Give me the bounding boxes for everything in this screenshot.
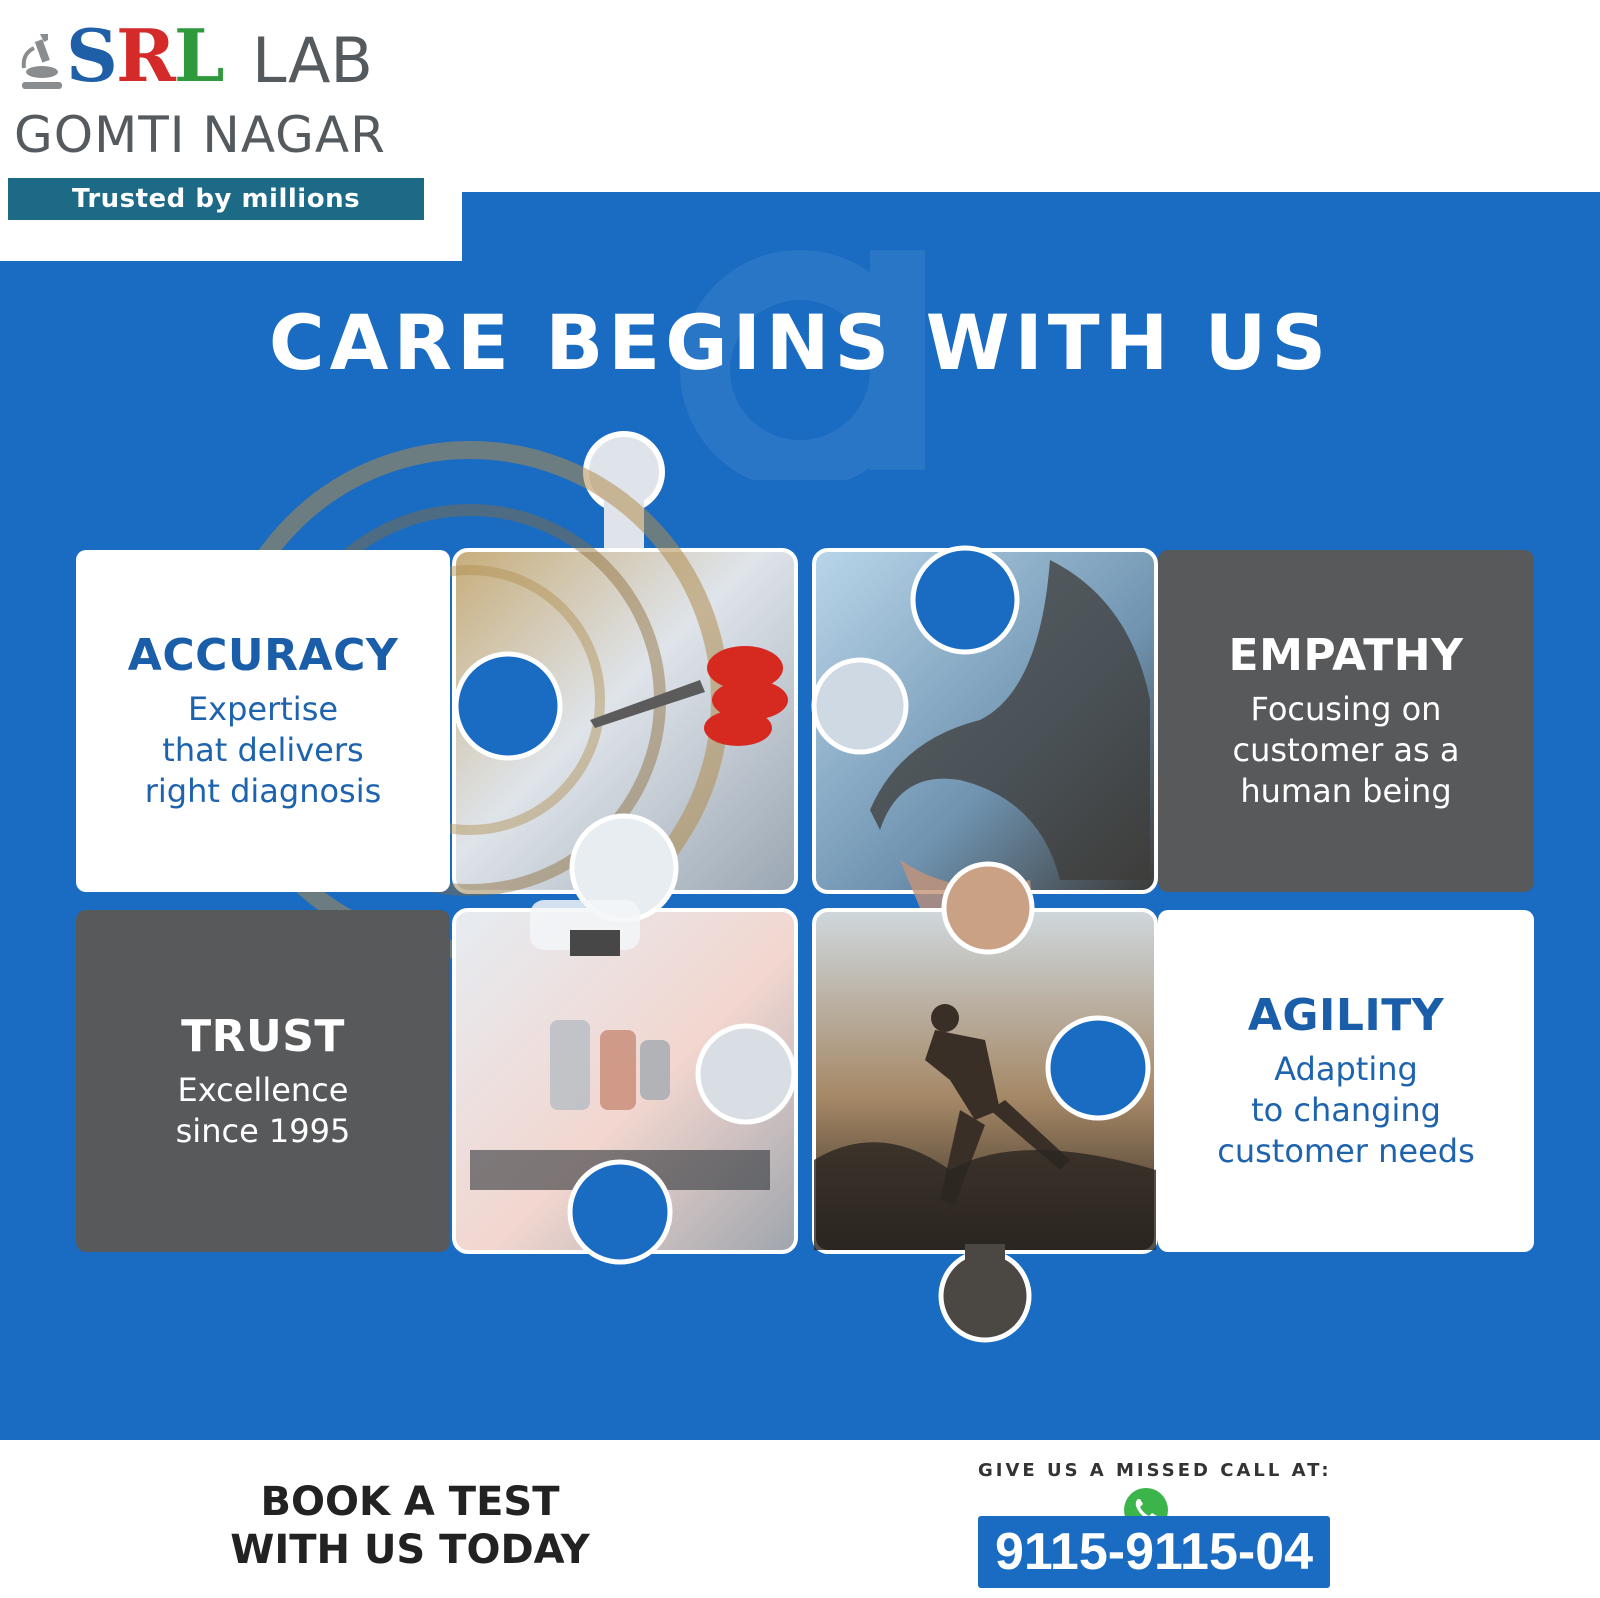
card-agility-line1: Adapting [1274, 1050, 1418, 1089]
card-agility: AGILITY Adapting to changing customer ne… [1158, 910, 1534, 1252]
card-agility-title: AGILITY [1247, 990, 1445, 1042]
puzzle-knob-bottom [938, 1249, 1032, 1343]
card-trust: TRUST Excellence since 1995 [76, 910, 450, 1252]
book-cta-line2: WITH US TODAY [230, 1527, 590, 1573]
card-accuracy: ACCURACY Expertise that delivers right d… [76, 550, 450, 892]
card-trust-line1: Excellence [177, 1070, 349, 1109]
puzzle-knob-middle [941, 861, 1035, 955]
missed-call-label: GIVE US A MISSED CALL AT: [978, 1460, 1332, 1481]
card-accuracy-line1: Expertise [187, 690, 339, 729]
card-agility-line3: customer needs [1217, 1131, 1475, 1170]
puzzle-cutout-left [453, 651, 563, 761]
card-empathy: EMPATHY Focusing on customer as a human … [1158, 550, 1534, 892]
card-empathy-line1: Focusing on [1250, 690, 1442, 729]
puzzle-knob-center [811, 657, 909, 755]
card-accuracy-line2: that delivers [162, 731, 364, 770]
puzzle-cutout-runner-right [1045, 1015, 1151, 1121]
puzzle-knob-runner-left [695, 1023, 797, 1125]
card-agility-line2: to changing [1251, 1091, 1441, 1130]
puzzle-cutout-hands [910, 545, 1020, 655]
card-empathy-line3: human being [1240, 771, 1452, 810]
card-accuracy-line3: right diagnosis [144, 771, 382, 810]
puzzle-cutout-bottom-left [567, 1159, 673, 1265]
card-trust-title: TRUST [181, 1010, 345, 1062]
card-trust-line2: since 1995 [175, 1111, 351, 1150]
phone-number-button[interactable]: 9115-9115-04 [978, 1516, 1330, 1588]
book-test-cta[interactable]: BOOK A TEST WITH US TODAY [150, 1478, 670, 1574]
card-empathy-line2: customer as a [1232, 731, 1460, 770]
book-cta-line1: BOOK A TEST [260, 1479, 560, 1525]
card-empathy-title: EMPATHY [1228, 630, 1464, 682]
card-accuracy-title: ACCURACY [127, 630, 399, 682]
